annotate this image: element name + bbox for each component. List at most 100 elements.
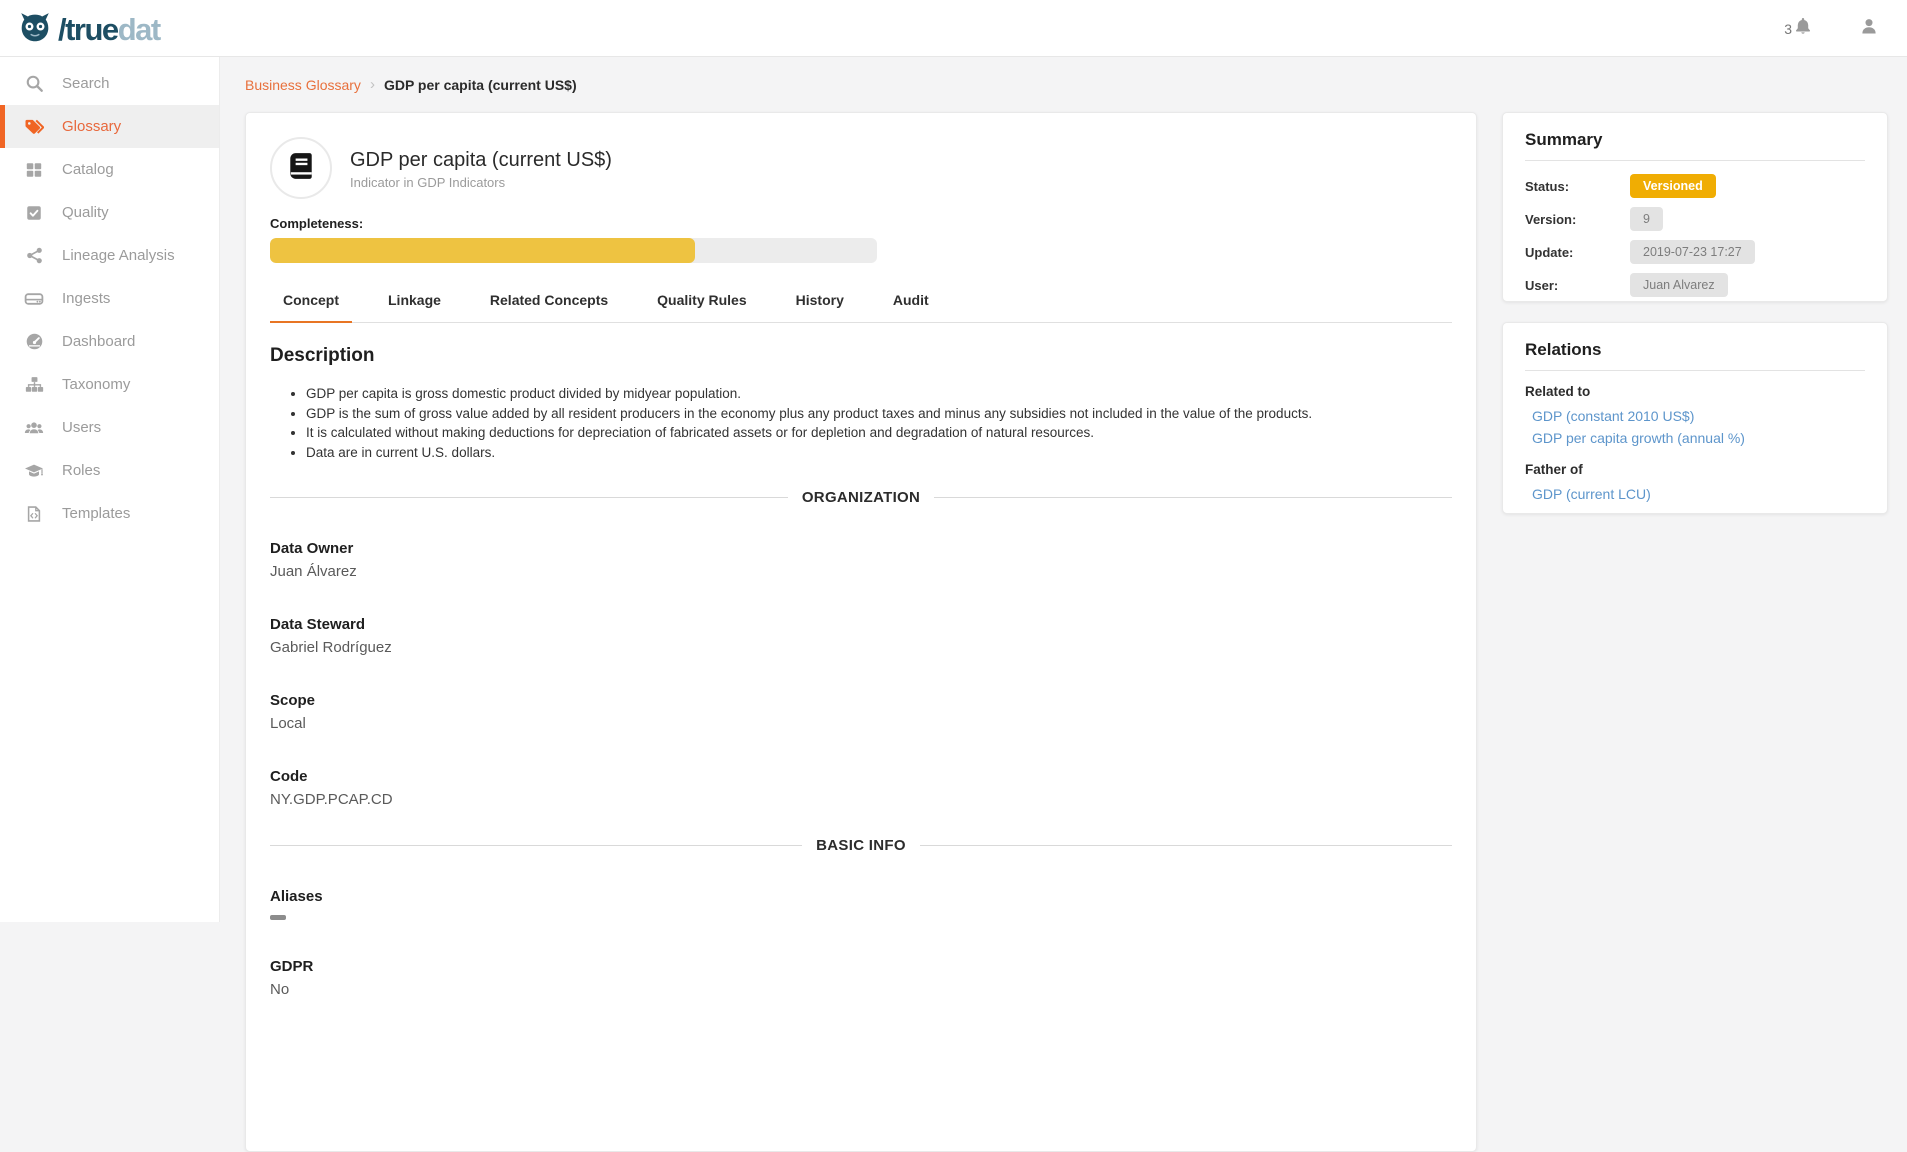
notifications-button[interactable]: 3 bbox=[1784, 16, 1813, 41]
summary-row-update: Update: 2019-07-23 17:27 bbox=[1525, 240, 1865, 264]
description-bullet: GDP is the sum of gross value added by a… bbox=[306, 404, 1452, 424]
field-value: Local bbox=[270, 714, 1452, 734]
sidebar-item-label: Glossary bbox=[62, 118, 121, 135]
concept-header: GDP per capita (current US$) Indicator i… bbox=[270, 137, 1452, 199]
completeness-label: Completeness: bbox=[270, 216, 1452, 231]
truedat-logo[interactable]: /truedat bbox=[16, 8, 160, 51]
sidebar-item-label: Users bbox=[62, 419, 101, 436]
field-data-steward: Data Steward Gabriel Rodríguez bbox=[270, 615, 1452, 658]
tab-related-concepts[interactable]: Related Concepts bbox=[477, 292, 621, 322]
summary-row-status: Status: Versioned bbox=[1525, 174, 1865, 198]
logo-text: /truedat bbox=[58, 10, 160, 50]
sidebar-item-catalog[interactable]: Catalog bbox=[0, 148, 219, 191]
sidebar-item-templates[interactable]: Templates bbox=[0, 492, 219, 535]
field-label: Aliases bbox=[270, 887, 1452, 907]
sidebar-item-dashboard[interactable]: Dashboard bbox=[0, 320, 219, 363]
logo-text-primary: /true bbox=[58, 12, 118, 47]
topbar: /truedat 3 bbox=[0, 0, 1907, 57]
sidebar-item-label: Quality bbox=[62, 204, 109, 221]
sidebar-item-label: Search bbox=[62, 75, 110, 92]
completeness-progress bbox=[270, 238, 877, 263]
sitemap-icon bbox=[23, 375, 45, 394]
main-content: Business Glossary › GDP per capita (curr… bbox=[220, 57, 1907, 922]
user-menu-button[interactable] bbox=[1859, 16, 1879, 41]
sidebar-item-label: Catalog bbox=[62, 161, 114, 178]
description-heading: Description bbox=[270, 345, 1452, 367]
share-icon bbox=[23, 246, 45, 265]
update-badge: 2019-07-23 17:27 bbox=[1630, 240, 1755, 264]
tab-concept[interactable]: Concept bbox=[270, 292, 352, 323]
summary-row-label: Update: bbox=[1525, 245, 1630, 260]
concept-tabs: Concept Linkage Related Concepts Quality… bbox=[270, 292, 1452, 323]
related-concept-link[interactable]: GDP per capita growth (annual %) bbox=[1525, 427, 1865, 449]
father-of-heading: Father of bbox=[1525, 462, 1865, 477]
sidebar-item-search[interactable]: Search bbox=[0, 62, 219, 105]
sidebar-item-taxonomy[interactable]: Taxonomy bbox=[0, 363, 219, 406]
organization-divider: ORGANIZATION bbox=[270, 489, 1452, 506]
basic-info-divider: BASIC INFO bbox=[270, 837, 1452, 854]
file-code-icon bbox=[23, 505, 45, 523]
users-icon bbox=[23, 418, 45, 438]
summary-panel: Summary Status: Versioned Version: 9 Upd… bbox=[1502, 112, 1888, 302]
field-label: Data Steward bbox=[270, 615, 1452, 635]
relations-title: Relations bbox=[1525, 340, 1865, 371]
empty-value-dash bbox=[270, 915, 286, 920]
field-scope: Scope Local bbox=[270, 691, 1452, 734]
sidebar-item-label: Roles bbox=[62, 462, 100, 479]
sidebar-item-quality[interactable]: Quality bbox=[0, 191, 219, 234]
sidebar-item-label: Templates bbox=[62, 505, 130, 522]
field-code: Code NY.GDP.PCAP.CD bbox=[270, 767, 1452, 810]
sidebar-item-lineage-analysis[interactable]: Lineage Analysis bbox=[0, 234, 219, 277]
completeness-fill bbox=[270, 238, 695, 263]
description-list: GDP per capita is gross domestic product… bbox=[306, 384, 1452, 462]
breadcrumb: Business Glossary › GDP per capita (curr… bbox=[245, 76, 577, 93]
sidebar-item-ingests[interactable]: Ingests bbox=[0, 277, 219, 320]
summary-row-label: Status: bbox=[1525, 179, 1630, 194]
related-to-heading: Related to bbox=[1525, 384, 1865, 399]
bell-icon bbox=[1793, 16, 1813, 41]
sidebar-item-roles[interactable]: Roles bbox=[0, 449, 219, 492]
concept-title: GDP per capita (current US$) bbox=[350, 147, 612, 173]
tab-history[interactable]: History bbox=[783, 292, 857, 322]
summary-row-label: User: bbox=[1525, 278, 1630, 293]
summary-title: Summary bbox=[1525, 130, 1865, 161]
status-badge: Versioned bbox=[1630, 174, 1716, 198]
sidebar-item-label: Ingests bbox=[62, 290, 110, 307]
logo-text-secondary: dat bbox=[118, 12, 160, 47]
sidebar-item-glossary[interactable]: Glossary bbox=[0, 105, 219, 148]
related-concept-link[interactable]: GDP (constant 2010 US$) bbox=[1525, 405, 1865, 427]
tab-linkage[interactable]: Linkage bbox=[375, 292, 454, 322]
field-aliases: Aliases bbox=[270, 887, 1452, 920]
sidebar-item-label: Dashboard bbox=[62, 333, 135, 350]
graduation-cap-icon bbox=[23, 461, 45, 481]
gauge-icon bbox=[23, 332, 45, 351]
field-value: Gabriel Rodríguez bbox=[270, 638, 1452, 658]
concept-card: GDP per capita (current US$) Indicator i… bbox=[245, 112, 1477, 1152]
user-badge: Juan Alvarez bbox=[1630, 273, 1728, 297]
field-label: GDPR bbox=[270, 957, 1452, 977]
tab-quality-rules[interactable]: Quality Rules bbox=[644, 292, 759, 322]
summary-row-user: User: Juan Alvarez bbox=[1525, 273, 1865, 297]
concept-heading-text: GDP per capita (current US$) Indicator i… bbox=[350, 147, 612, 190]
description-bullet: GDP per capita is gross domestic product… bbox=[306, 384, 1452, 404]
breadcrumb-business-glossary-link[interactable]: Business Glossary bbox=[245, 77, 361, 93]
related-concept-link[interactable]: GDP (current LCU) bbox=[1525, 483, 1865, 505]
breadcrumb-separator: › bbox=[370, 76, 375, 93]
tab-audit[interactable]: Audit bbox=[880, 292, 942, 322]
basic-info-divider-label: BASIC INFO bbox=[816, 837, 906, 854]
concept-subtitle: Indicator in GDP Indicators bbox=[350, 175, 612, 190]
sidebar-item-users[interactable]: Users bbox=[0, 406, 219, 449]
field-label: Data Owner bbox=[270, 539, 1452, 559]
notifications-count: 3 bbox=[1784, 21, 1792, 37]
search-icon bbox=[23, 74, 45, 93]
sidebar: Search Glossary Catalog Quality Lineage … bbox=[0, 57, 220, 922]
field-value: Juan Álvarez bbox=[270, 562, 1452, 582]
check-square-icon bbox=[23, 204, 45, 222]
field-value: NY.GDP.PCAP.CD bbox=[270, 790, 1452, 810]
owl-logo-icon bbox=[16, 8, 54, 51]
field-value: No bbox=[270, 980, 1452, 1000]
field-gdpr: GDPR No bbox=[270, 957, 1452, 1000]
book-icon bbox=[286, 151, 316, 186]
summary-row-label: Version: bbox=[1525, 212, 1630, 227]
grid-icon bbox=[23, 161, 45, 179]
